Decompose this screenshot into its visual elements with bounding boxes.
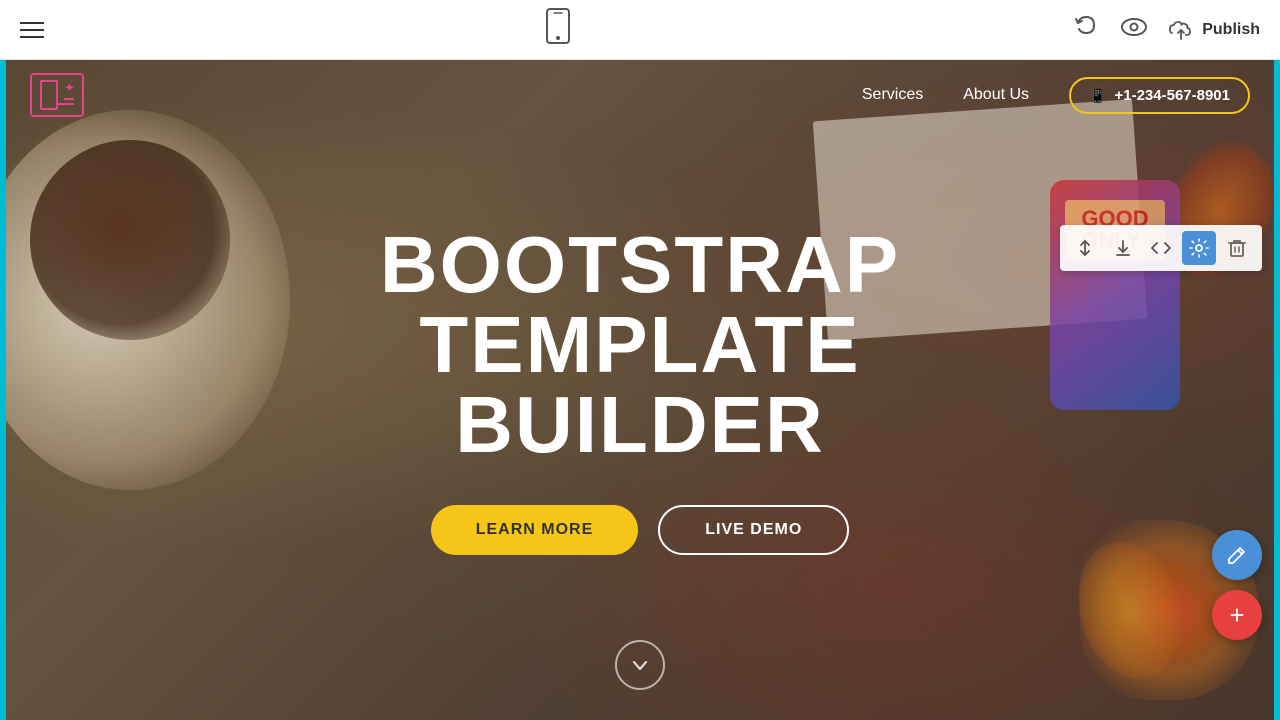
phone-number: +1-234-567-8901 xyxy=(1114,87,1230,104)
top-toolbar: Publish xyxy=(0,0,1280,60)
site-nav-links: Services About Us 📱 +1-234-567-8901 xyxy=(862,77,1250,114)
logo-star-icon: ✦ xyxy=(64,80,75,96)
delete-tool-button[interactable] xyxy=(1220,231,1254,265)
hero-buttons: LEARN MORE LIVE DEMO xyxy=(290,505,990,555)
mobile-preview-button[interactable] xyxy=(544,8,572,51)
right-selection-border xyxy=(1274,60,1280,720)
hero-title: BOOTSTRAP TEMPLATE BUILDER xyxy=(290,225,990,465)
toolbar-center xyxy=(544,8,572,51)
undo-button[interactable] xyxy=(1072,13,1100,47)
settings-tool-button[interactable] xyxy=(1182,231,1216,265)
logo-phone-shape xyxy=(40,80,58,110)
download-tool-button[interactable] xyxy=(1106,231,1140,265)
nav-services-link[interactable]: Services xyxy=(862,86,923,104)
nav-phone-button[interactable]: 📱 +1-234-567-8901 xyxy=(1069,77,1250,114)
add-icon: + xyxy=(1229,602,1244,628)
logo-bar2 xyxy=(64,98,74,100)
scroll-down[interactable] xyxy=(615,640,665,690)
site-preview: GOODONLY ✦ Service xyxy=(0,60,1280,720)
live-demo-button[interactable]: LIVE DEMO xyxy=(658,505,849,555)
site-navigation: ✦ Services About Us 📱 +1-234-567-8901 xyxy=(0,60,1280,130)
phone-decoration: GOODONLY xyxy=(1050,180,1180,410)
publish-label: Publish xyxy=(1202,21,1260,39)
tea-cup-inner xyxy=(30,140,230,340)
code-tool-button[interactable] xyxy=(1144,231,1178,265)
section-toolbar xyxy=(1060,225,1262,271)
reorder-tool-button[interactable] xyxy=(1068,231,1102,265)
add-fab-button[interactable]: + xyxy=(1212,590,1262,640)
editor-area: GOODONLY ✦ Service xyxy=(0,60,1280,720)
toolbar-left xyxy=(20,22,44,38)
toolbar-right: Publish xyxy=(1072,13,1260,47)
logo-bar xyxy=(58,103,74,105)
preview-button[interactable] xyxy=(1120,16,1148,44)
site-logo: ✦ xyxy=(30,73,84,117)
scroll-down-circle[interactable] xyxy=(615,640,665,690)
hero-title-line2: TEMPLATE BUILDER xyxy=(419,300,860,469)
left-selection-border xyxy=(0,60,6,720)
menu-button[interactable] xyxy=(20,22,44,38)
publish-button[interactable]: Publish xyxy=(1168,19,1260,41)
hero-content: BOOTSTRAP TEMPLATE BUILDER LEARN MORE LI… xyxy=(290,225,990,555)
learn-more-button[interactable]: LEARN MORE xyxy=(431,505,639,555)
edit-fab-button[interactable] xyxy=(1212,530,1262,580)
logo-icon: ✦ xyxy=(30,73,84,117)
fab-container: + xyxy=(1212,530,1262,640)
hero-title-line1: BOOTSTRAP xyxy=(380,220,900,309)
nav-about-link[interactable]: About Us xyxy=(963,86,1029,104)
phone-icon: 📱 xyxy=(1089,87,1106,104)
